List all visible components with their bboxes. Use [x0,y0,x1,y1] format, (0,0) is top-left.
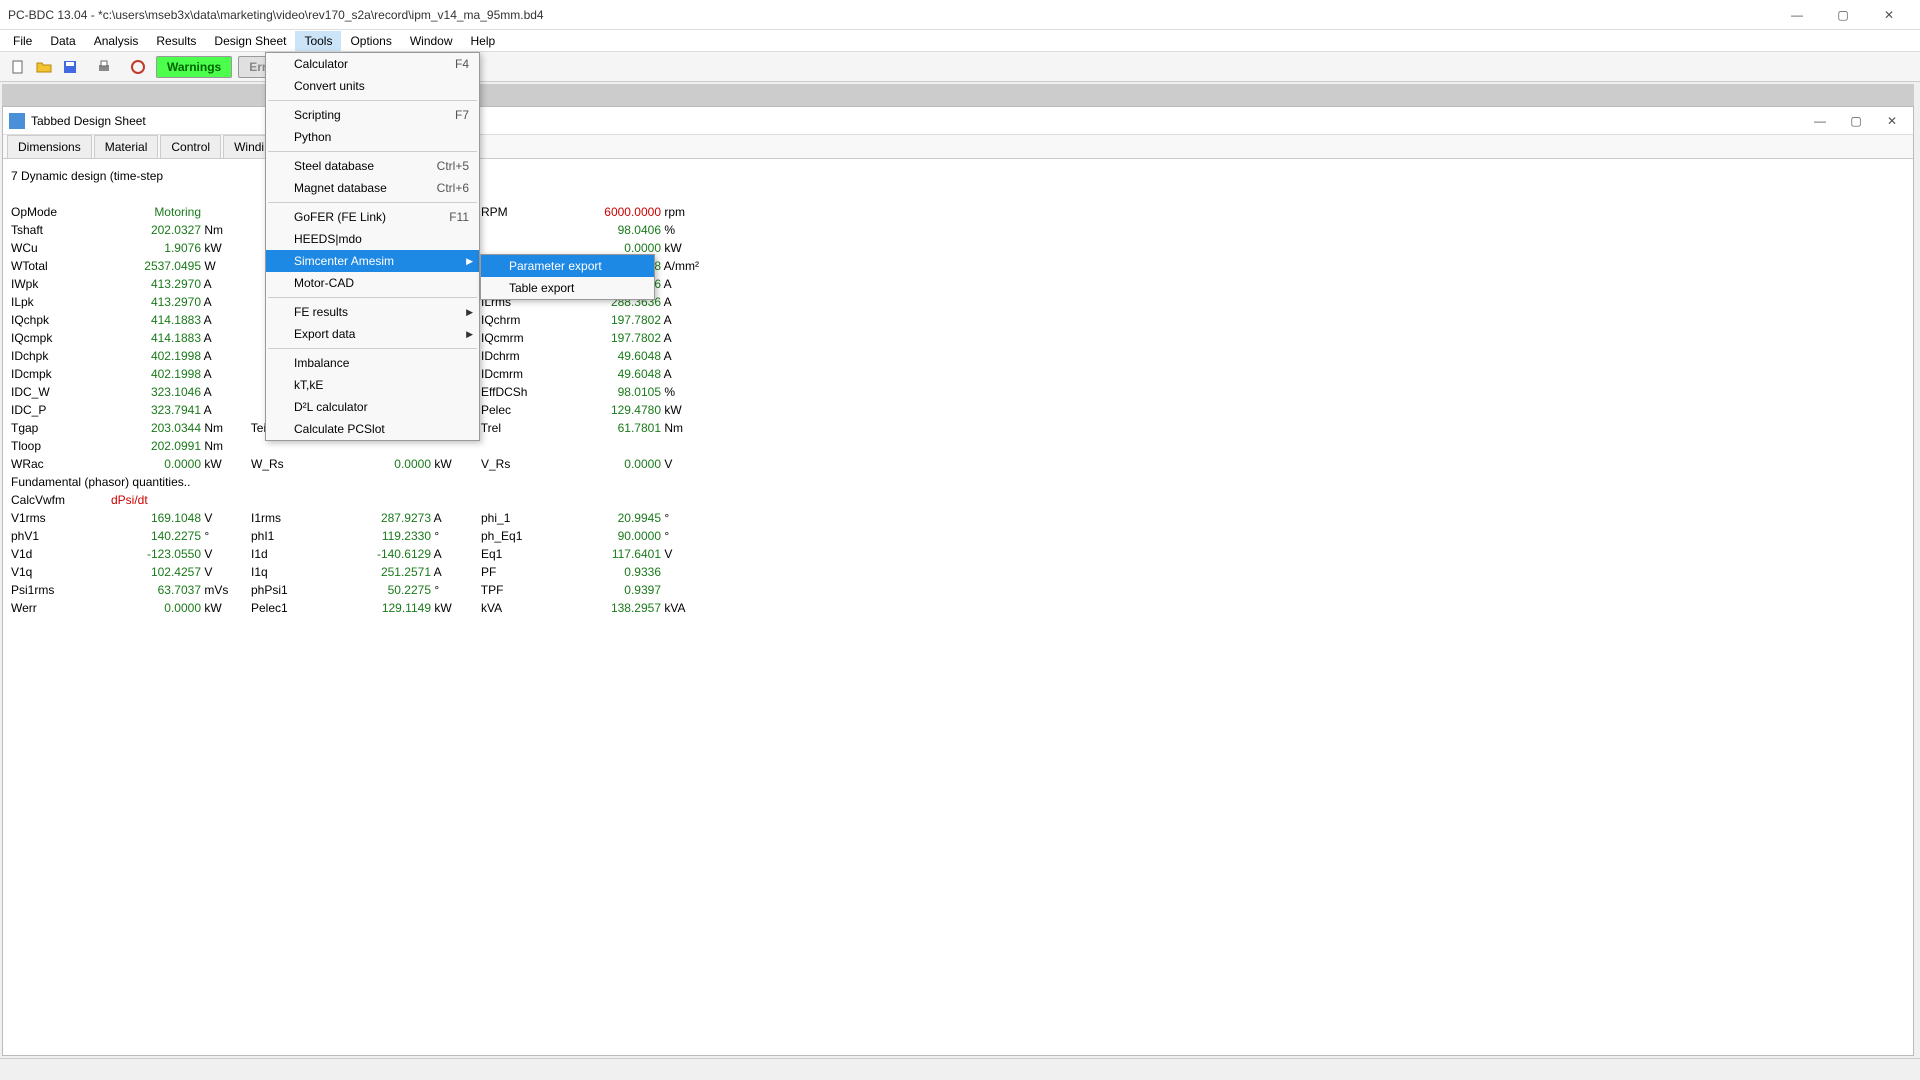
data-row: WRac0.0000 kW W_Rs0.0000 kW V_Rs0.0000 V [11,455,1905,473]
data-row: V1q102.4257 V I1q251.2571 A PF0.9336 [11,563,1905,581]
menu-separator [268,100,477,101]
maximize-button[interactable]: ▢ [1820,0,1866,30]
tab-control[interactable]: Control [160,135,221,158]
minimize-button[interactable]: — [1774,0,1820,30]
menu-item-motor-cad[interactable]: Motor-CAD [266,272,479,294]
menu-item-heeds-mdo[interactable]: HEEDS|mdo [266,228,479,250]
menu-item-fe-results[interactable]: FE results▶ [266,301,479,323]
motor-icon[interactable] [126,55,150,79]
warnings-badge[interactable]: Warnings [156,56,232,78]
open-icon[interactable] [32,55,56,79]
menu-separator [268,151,477,152]
document-title: Tabbed Design Sheet [31,114,146,128]
sheet-icon [9,113,25,129]
menu-item-calculator[interactable]: CalculatorF4 [266,53,479,75]
menu-item-d-l-calculator[interactable]: D²L calculator [266,396,479,418]
menu-item-simcenter-amesim[interactable]: Simcenter Amesim▶ [266,250,479,272]
menubar: FileDataAnalysisResultsDesign SheetTools… [0,30,1920,52]
data-row: V1d-123.0550 V I1d-140.6129 A Eq1117.640… [11,545,1905,563]
data-row: V1rms169.1048 V I1rms287.9273 A phi_120.… [11,509,1905,527]
app-title: PC-BDC 13.04 - *c:\users\mseb3x\data\mar… [8,8,544,22]
tools-menu[interactable]: CalculatorF4Convert units ScriptingF7Pyth… [265,52,480,441]
menu-separator [268,348,477,349]
menu-item-imbalance[interactable]: Imbalance [266,352,479,374]
data-row: Psi1rms63.7037 mVs phPsi150.2275 ° TPF0.… [11,581,1905,599]
menu-item-parameter-export[interactable]: Parameter export [481,255,654,277]
menu-item-python[interactable]: Python [266,126,479,148]
menu-file[interactable]: File [4,31,41,51]
doc-minimize-button[interactable]: — [1805,114,1835,128]
menu-options[interactable]: Options [341,31,400,51]
menu-item-calculate-pcslot[interactable]: Calculate PCSlot [266,418,479,440]
data-row: CalcVwfm dPsi/dt [11,491,1905,509]
menu-help[interactable]: Help [462,31,505,51]
menu-window[interactable]: Window [401,31,462,51]
tab-dimensions[interactable]: Dimensions [7,135,92,158]
doc-maximize-button[interactable]: ▢ [1841,114,1871,128]
data-row: phV1140.2275 ° phI1119.2330 ° ph_Eq190.0… [11,527,1905,545]
simcenter-submenu[interactable]: Parameter exportTable export [480,254,655,300]
section-header: Fundamental (phasor) quantities.. [11,473,1905,491]
titlebar: PC-BDC 13.04 - *c:\users\mseb3x\data\mar… [0,0,1920,30]
menu-item-export-data[interactable]: Export data▶ [266,323,479,345]
menu-results[interactable]: Results [147,31,205,51]
menu-data[interactable]: Data [41,31,84,51]
data-row: Werr0.0000 kW Pelec1129.1149 kW kVA138.2… [11,599,1905,617]
menu-item-gofer-fe-link-[interactable]: GoFER (FE Link)F11 [266,206,479,228]
menu-item-kt-ke[interactable]: kT,kE [266,374,479,396]
new-icon[interactable] [6,55,30,79]
statusbar [0,1058,1920,1080]
menu-design-sheet[interactable]: Design Sheet [205,31,295,51]
save-icon[interactable] [58,55,82,79]
tab-material[interactable]: Material [94,135,159,158]
menu-item-magnet-database[interactable]: Magnet databaseCtrl+6 [266,177,479,199]
close-button[interactable]: ✕ [1866,0,1912,30]
menu-item-table-export[interactable]: Table export [481,277,654,299]
menu-item-scripting[interactable]: ScriptingF7 [266,104,479,126]
menu-analysis[interactable]: Analysis [85,31,148,51]
menu-item-convert-units[interactable]: Convert units [266,75,479,97]
doc-close-button[interactable]: ✕ [1877,114,1907,128]
menu-separator [268,297,477,298]
menu-tools[interactable]: Tools [295,31,341,51]
print-icon[interactable] [92,55,116,79]
menu-item-steel-database[interactable]: Steel databaseCtrl+5 [266,155,479,177]
menu-separator [268,202,477,203]
